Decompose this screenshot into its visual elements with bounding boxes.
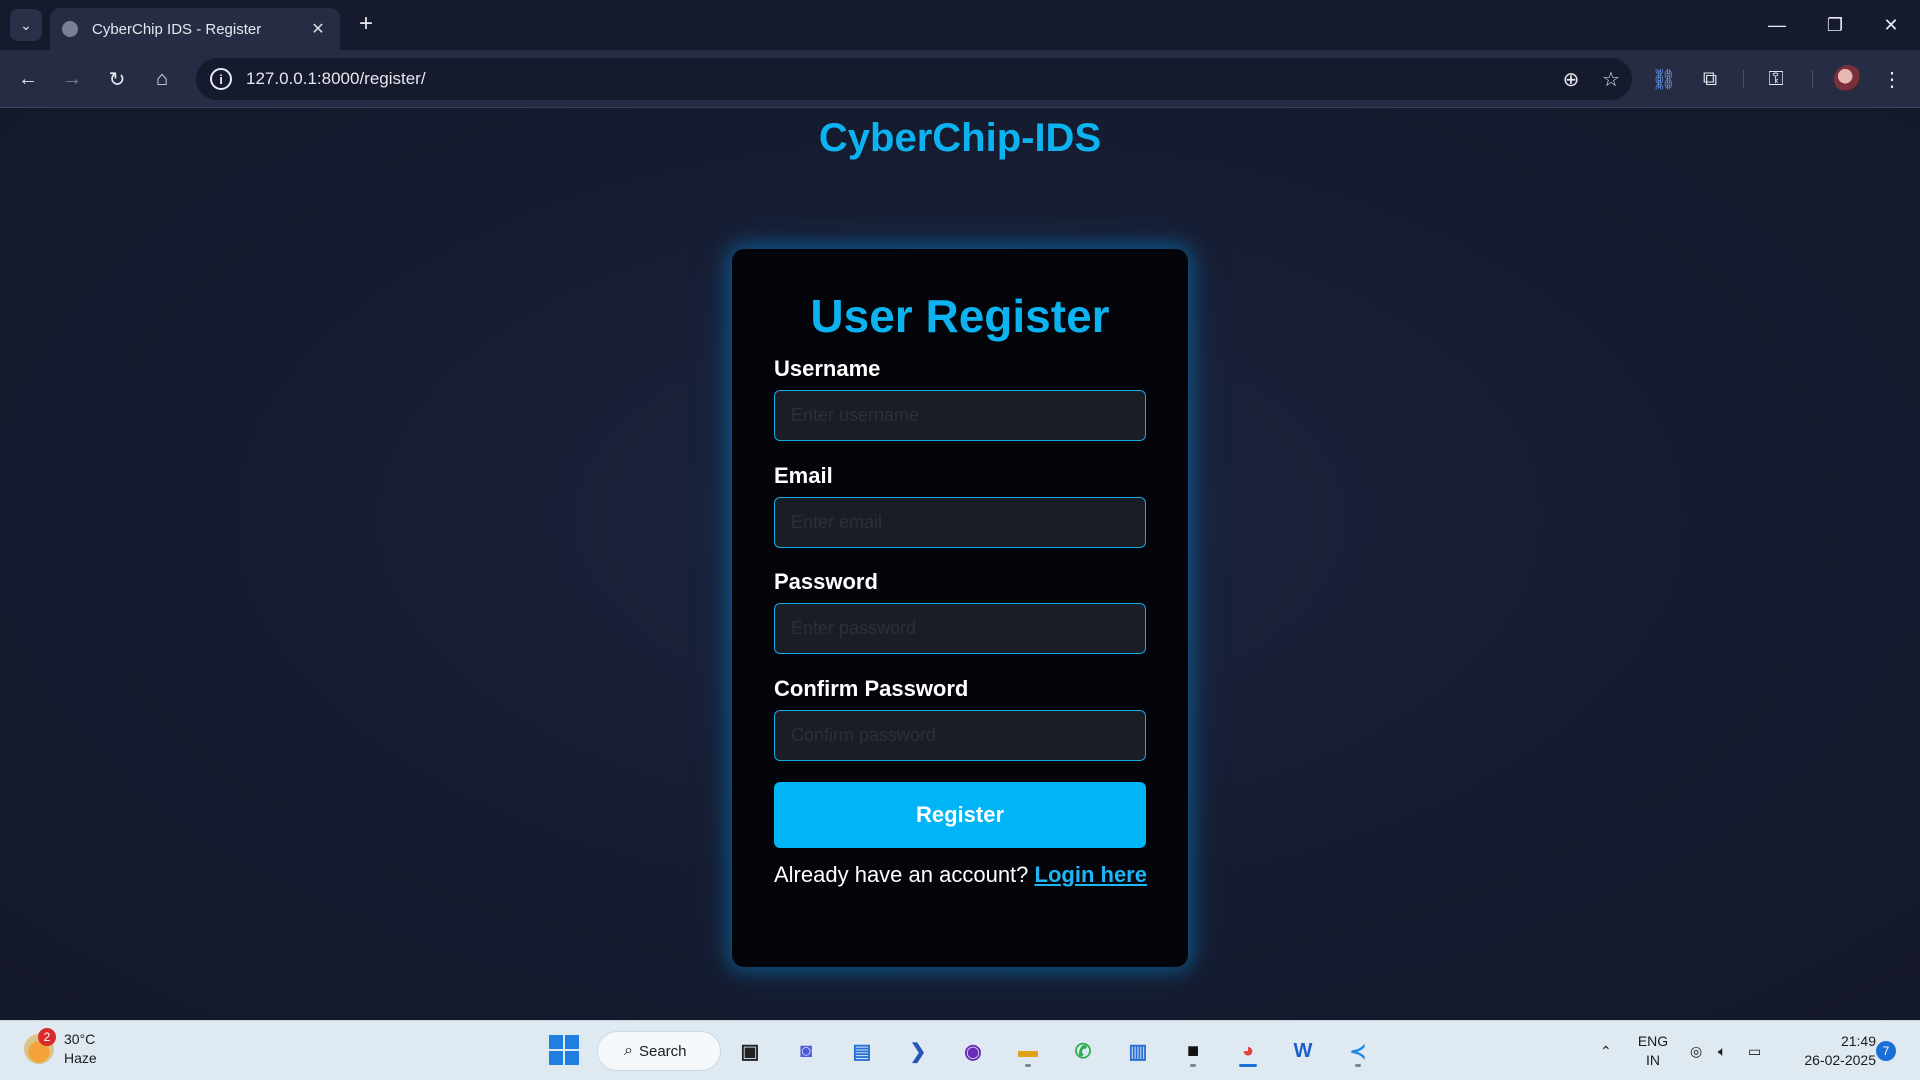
tor-browser-icon[interactable]: ◉ bbox=[955, 1033, 991, 1069]
new-tab-plus-icon[interactable]: + bbox=[352, 10, 380, 38]
taskbar: 2 30°C Haze ⌕ Search ▣ ◙ ▤ ❯ ◉ ▬ ✆ ▥ ■ ◕… bbox=[0, 1020, 1920, 1080]
clock-time: 21:49 bbox=[1840, 1033, 1876, 1049]
network-globe-icon[interactable]: ◎ bbox=[1690, 1021, 1702, 1080]
vscode-icon[interactable]: ≺ bbox=[1340, 1033, 1376, 1069]
tab-favicon-icon bbox=[62, 21, 78, 37]
weather-desc: Haze bbox=[64, 1050, 97, 1066]
profile-avatar[interactable] bbox=[1834, 65, 1862, 93]
form-title: User Register bbox=[810, 290, 1110, 342]
home-icon[interactable]: ⌂ bbox=[146, 63, 178, 95]
taskbar-search-label: Search bbox=[638, 1042, 687, 1060]
close-window-icon[interactable]: ✕ bbox=[1862, 0, 1920, 50]
login-prompt-line: Already have an account? Login here bbox=[774, 862, 1147, 888]
forward-arrow-icon[interactable]: → bbox=[56, 63, 88, 95]
weather-temp: 30°C bbox=[64, 1031, 96, 1047]
zoom-icon[interactable]: ⊕ bbox=[1558, 66, 1584, 92]
restore-icon[interactable]: ❐ bbox=[1806, 0, 1864, 50]
weather-widget[interactable]: 2 30°C Haze bbox=[24, 1028, 97, 1068]
volume-icon[interactable]: 🔈︎ bbox=[1718, 1021, 1726, 1080]
whatsapp-icon[interactable]: ✆ bbox=[1065, 1033, 1101, 1069]
windows-start-icon[interactable] bbox=[549, 1035, 579, 1065]
register-button[interactable]: Register bbox=[774, 782, 1146, 848]
confirm-password-input[interactable] bbox=[774, 710, 1146, 761]
password-key-icon[interactable]: ⚿ bbox=[1760, 63, 1792, 95]
tab-close-icon[interactable]: ✕ bbox=[308, 19, 328, 39]
performance-monitor-icon[interactable]: ▤ bbox=[844, 1033, 880, 1069]
tab-title: CyberChip IDS - Register bbox=[92, 20, 262, 38]
email-label: Email bbox=[774, 463, 833, 488]
teams-chat-icon[interactable]: ◙ bbox=[788, 1033, 824, 1069]
clock-date: 26-02-2025 bbox=[1804, 1052, 1876, 1068]
powershell-icon[interactable]: ❯ bbox=[900, 1033, 936, 1069]
taskbar-search[interactable]: ⌕ Search bbox=[597, 1031, 721, 1071]
username-input[interactable] bbox=[774, 390, 1146, 441]
tab-search-chevron-icon[interactable]: ⌄ bbox=[10, 9, 42, 41]
weather-haze-icon: 2 bbox=[24, 1028, 56, 1064]
battery-icon[interactable]: ▭ bbox=[1748, 1021, 1761, 1080]
menu-kebab-icon[interactable]: ⋮ bbox=[1876, 63, 1908, 95]
bookmark-star-icon[interactable]: ☆ bbox=[1598, 66, 1624, 92]
notepad-icon[interactable]: ▥ bbox=[1120, 1033, 1156, 1069]
browser-tab-bar: ⌄ CyberChip IDS - Register ✕ + — ❐ ✕ bbox=[0, 0, 1920, 50]
page-content: CyberChip-IDS User Register Username Ema… bbox=[0, 108, 1920, 1020]
username-label: Username bbox=[774, 356, 881, 381]
link-extension-icon[interactable]: ⛓ bbox=[1648, 63, 1680, 95]
email-input[interactable] bbox=[774, 497, 1146, 548]
word-icon[interactable]: W bbox=[1285, 1033, 1321, 1069]
weather-badge: 2 bbox=[38, 1028, 56, 1046]
register-card: User Register Username Email Password Co… bbox=[732, 249, 1188, 967]
search-icon: ⌕ bbox=[624, 1042, 633, 1059]
url-text[interactable]: 127.0.0.1:8000/register/ bbox=[246, 69, 426, 89]
browser-toolbar: ← → ↻ ⌂ i 127.0.0.1:8000/register/ ⊕ ☆ ⛓… bbox=[0, 50, 1920, 108]
terminal-icon[interactable]: ■ bbox=[1175, 1033, 1211, 1069]
file-explorer-icon[interactable]: ▬ bbox=[1010, 1033, 1046, 1069]
password-input[interactable] bbox=[774, 603, 1146, 654]
task-view-icon[interactable]: ▣ bbox=[732, 1033, 768, 1069]
browser-tab-active[interactable]: CyberChip IDS - Register ✕ bbox=[50, 8, 340, 50]
language-bottom: IN bbox=[1646, 1052, 1660, 1068]
language-indicator[interactable]: ENG IN bbox=[1634, 1032, 1672, 1070]
password-label: Password bbox=[774, 569, 878, 594]
extensions-puzzle-icon[interactable]: ⧉ bbox=[1694, 63, 1726, 95]
notification-badge[interactable]: 7 bbox=[1876, 1041, 1896, 1061]
show-hidden-icons-chevron-icon[interactable]: ⌃ bbox=[1600, 1021, 1612, 1080]
login-link[interactable]: Login here bbox=[1035, 862, 1147, 887]
back-arrow-icon[interactable]: ← bbox=[12, 63, 44, 95]
system-clock[interactable]: 21:49 26-02-2025 bbox=[1786, 1032, 1876, 1070]
address-bar[interactable]: i 127.0.0.1:8000/register/ ⊕ ☆ bbox=[196, 58, 1632, 100]
login-prompt-text: Already have an account? bbox=[774, 862, 1029, 887]
minimize-icon[interactable]: — bbox=[1748, 0, 1806, 50]
chrome-icon[interactable]: ◕ bbox=[1230, 1033, 1266, 1069]
reload-icon[interactable]: ↻ bbox=[101, 63, 133, 95]
site-info-icon[interactable]: i bbox=[210, 68, 232, 90]
confirm-password-label: Confirm Password bbox=[774, 676, 969, 701]
site-title: CyberChip-IDS bbox=[818, 116, 1102, 160]
language-top: ENG bbox=[1637, 1033, 1669, 1049]
